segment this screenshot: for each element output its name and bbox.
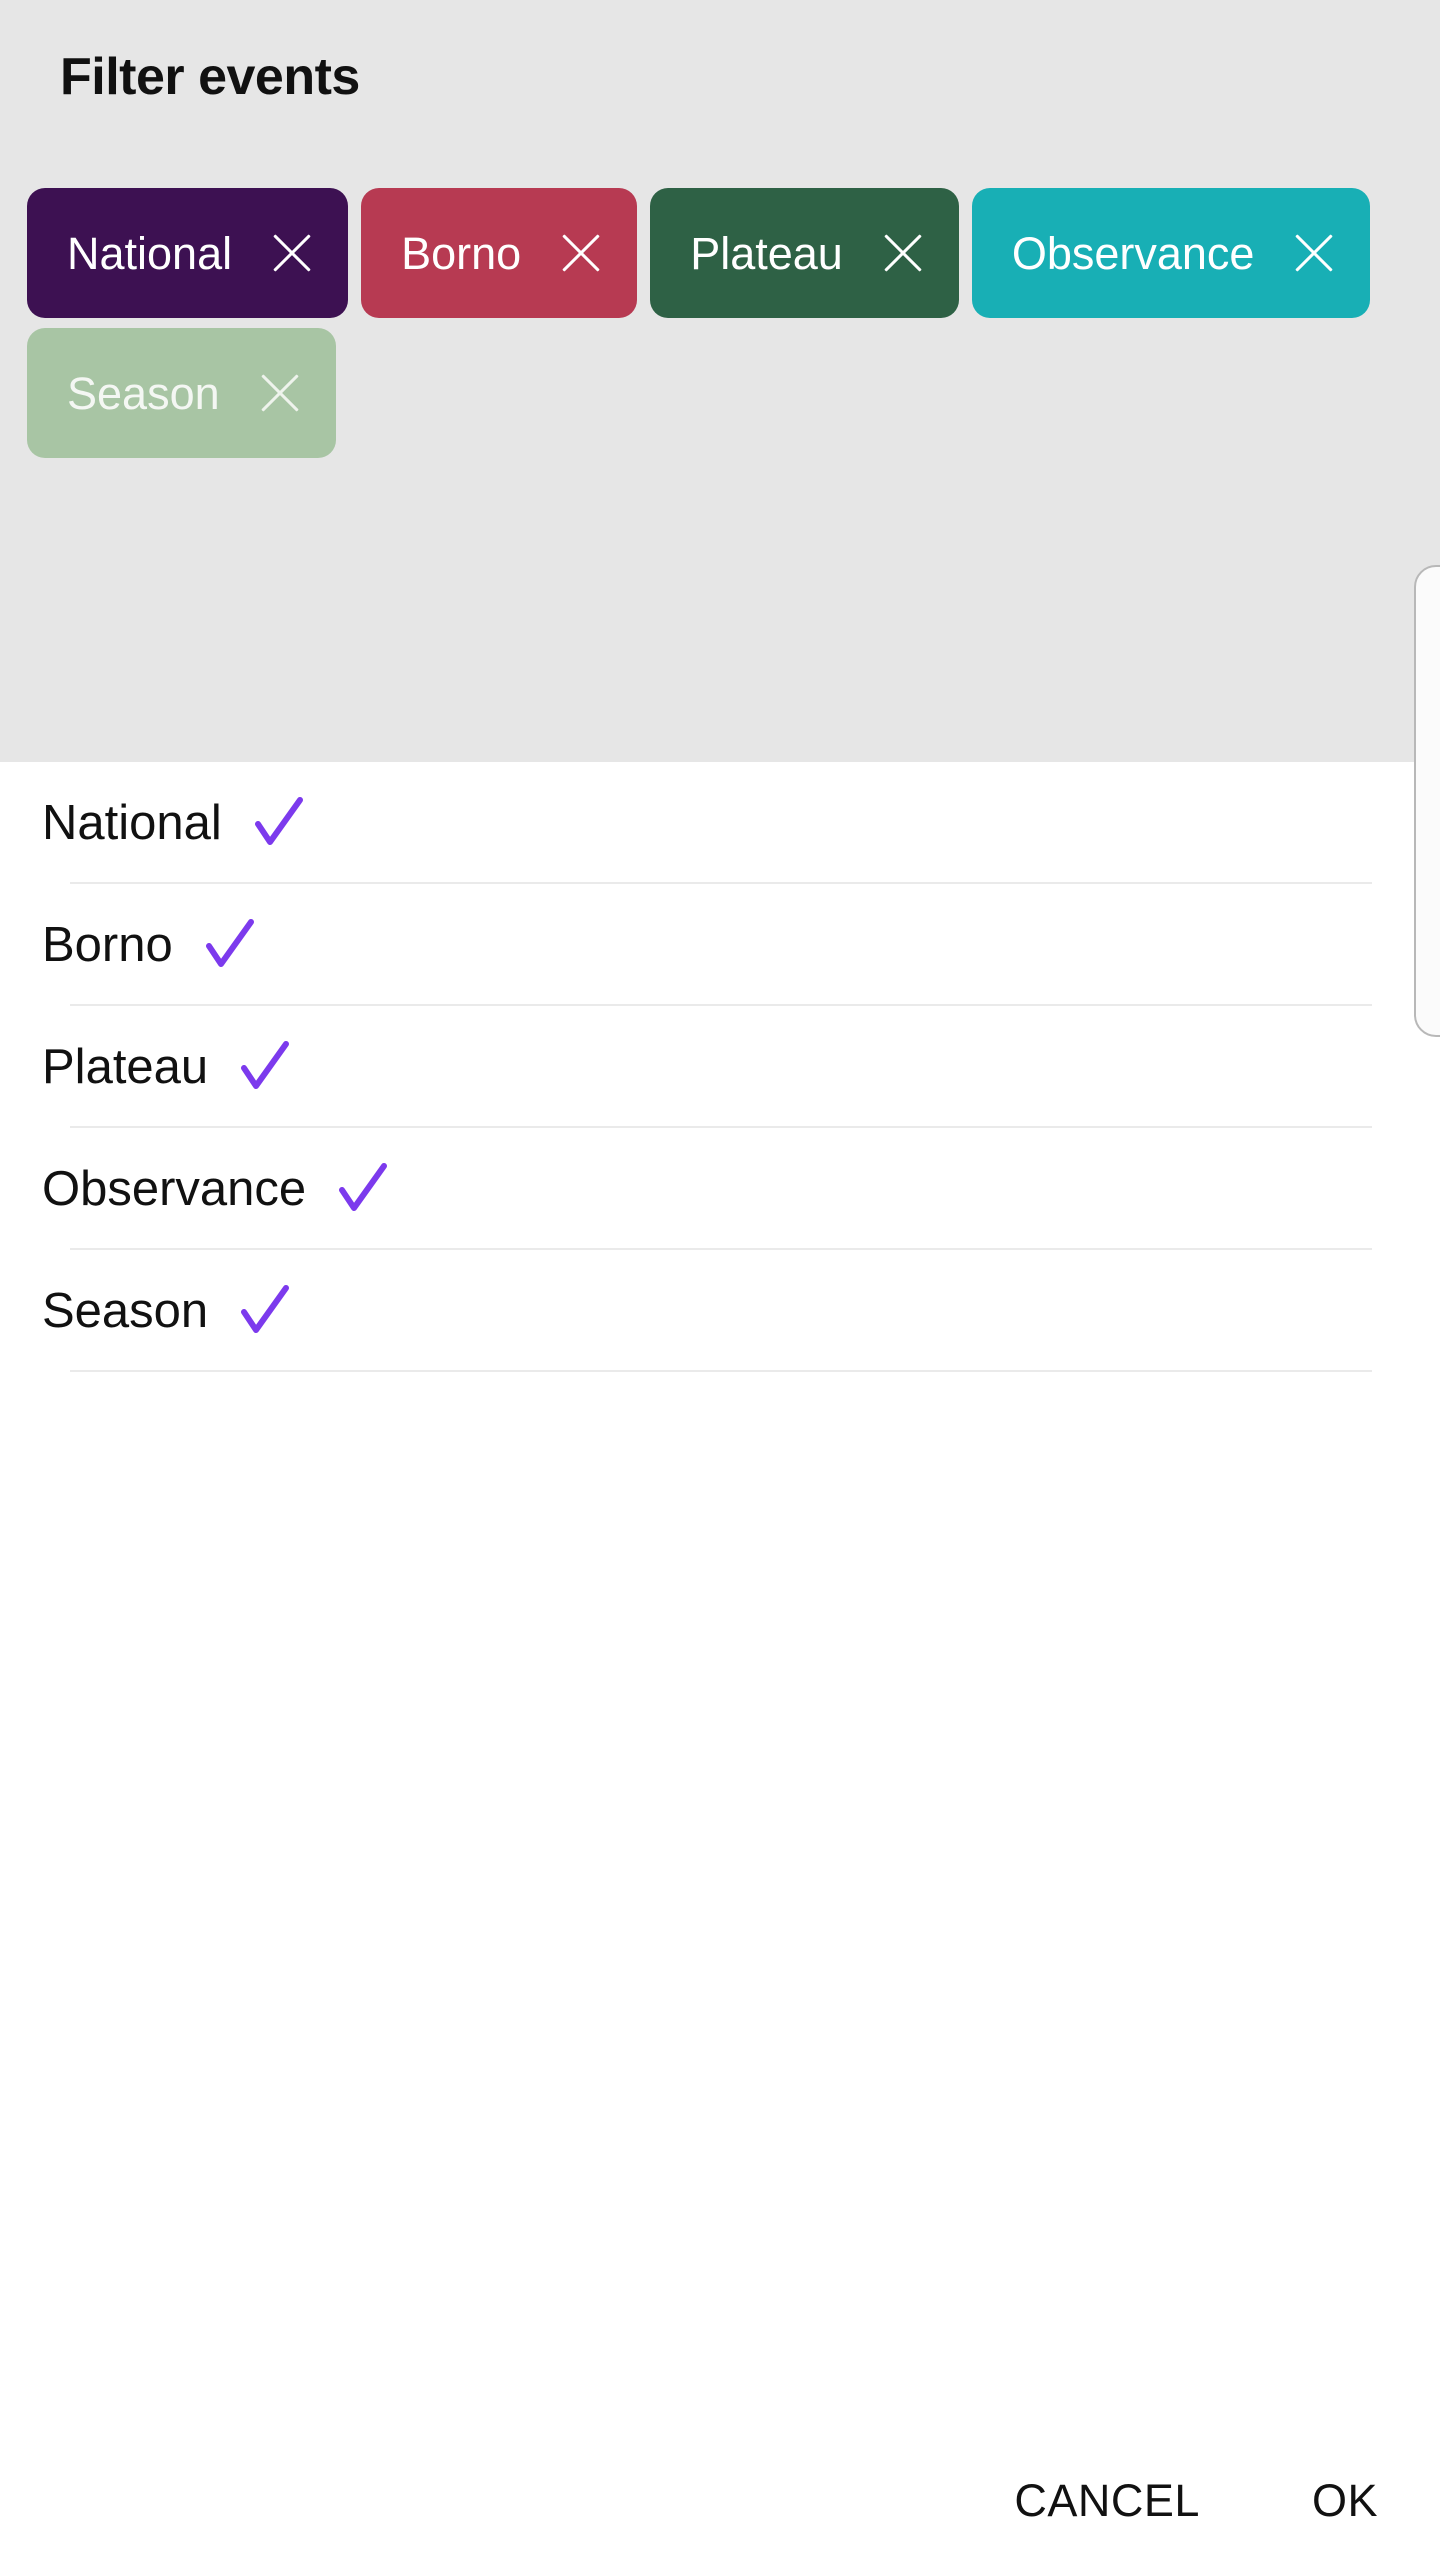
checkmark-icon <box>201 916 259 974</box>
filter-chip-label: Plateau <box>690 227 843 279</box>
filter-chip-label: Borno <box>401 227 522 279</box>
list-item[interactable]: National <box>0 762 1440 884</box>
filter-chip-label: Season <box>67 367 220 419</box>
filter-events-dialog: Filter events National Borno Plateau Observ… <box>0 0 1440 2560</box>
list-divider <box>70 1370 1372 1372</box>
list-item-label: National <box>42 795 222 850</box>
list-item[interactable]: Plateau <box>0 1006 1440 1128</box>
list-item-label: Borno <box>42 917 173 972</box>
checkmark-icon <box>236 1038 294 1096</box>
checkmark-icon <box>236 1282 294 1340</box>
close-icon[interactable] <box>877 227 929 279</box>
filter-option-list: National Borno Plateau Observance Season <box>0 762 1440 1372</box>
filter-chip-list: National Borno Plateau Observance Season <box>27 188 1417 458</box>
checkmark-icon <box>250 794 308 852</box>
close-icon[interactable] <box>1288 227 1340 279</box>
close-icon[interactable] <box>254 367 306 419</box>
filter-chip-plateau[interactable]: Plateau <box>650 188 959 318</box>
list-item[interactable]: Observance <box>0 1128 1440 1250</box>
close-icon[interactable] <box>266 227 318 279</box>
filter-chip-label: National <box>67 227 233 279</box>
list-item-label: Plateau <box>42 1039 209 1094</box>
close-icon[interactable] <box>555 227 607 279</box>
filter-chip-season[interactable]: Season <box>27 328 336 458</box>
list-item-label: Season <box>42 1283 209 1338</box>
filter-chip-observance[interactable]: Observance <box>971 188 1371 318</box>
list-item[interactable]: Season <box>0 1250 1440 1372</box>
checkmark-icon <box>334 1160 392 1218</box>
scroll-edge-card[interactable] <box>1414 565 1440 1037</box>
cancel-button[interactable]: CANCEL <box>1010 2468 1204 2533</box>
list-item-label: Observance <box>42 1161 307 1216</box>
list-item[interactable]: Borno <box>0 884 1440 1006</box>
page-title: Filter events <box>60 48 360 106</box>
selected-filters-panel: Filter events National Borno Plateau Observ… <box>0 0 1440 762</box>
dialog-actions: CANCEL OK <box>0 2440 1440 2560</box>
filter-chip-label: Observance <box>1011 227 1255 279</box>
filter-chip-borno[interactable]: Borno <box>361 188 638 318</box>
ok-button[interactable]: OK <box>1308 2468 1382 2533</box>
filter-chip-national[interactable]: National <box>27 188 349 318</box>
